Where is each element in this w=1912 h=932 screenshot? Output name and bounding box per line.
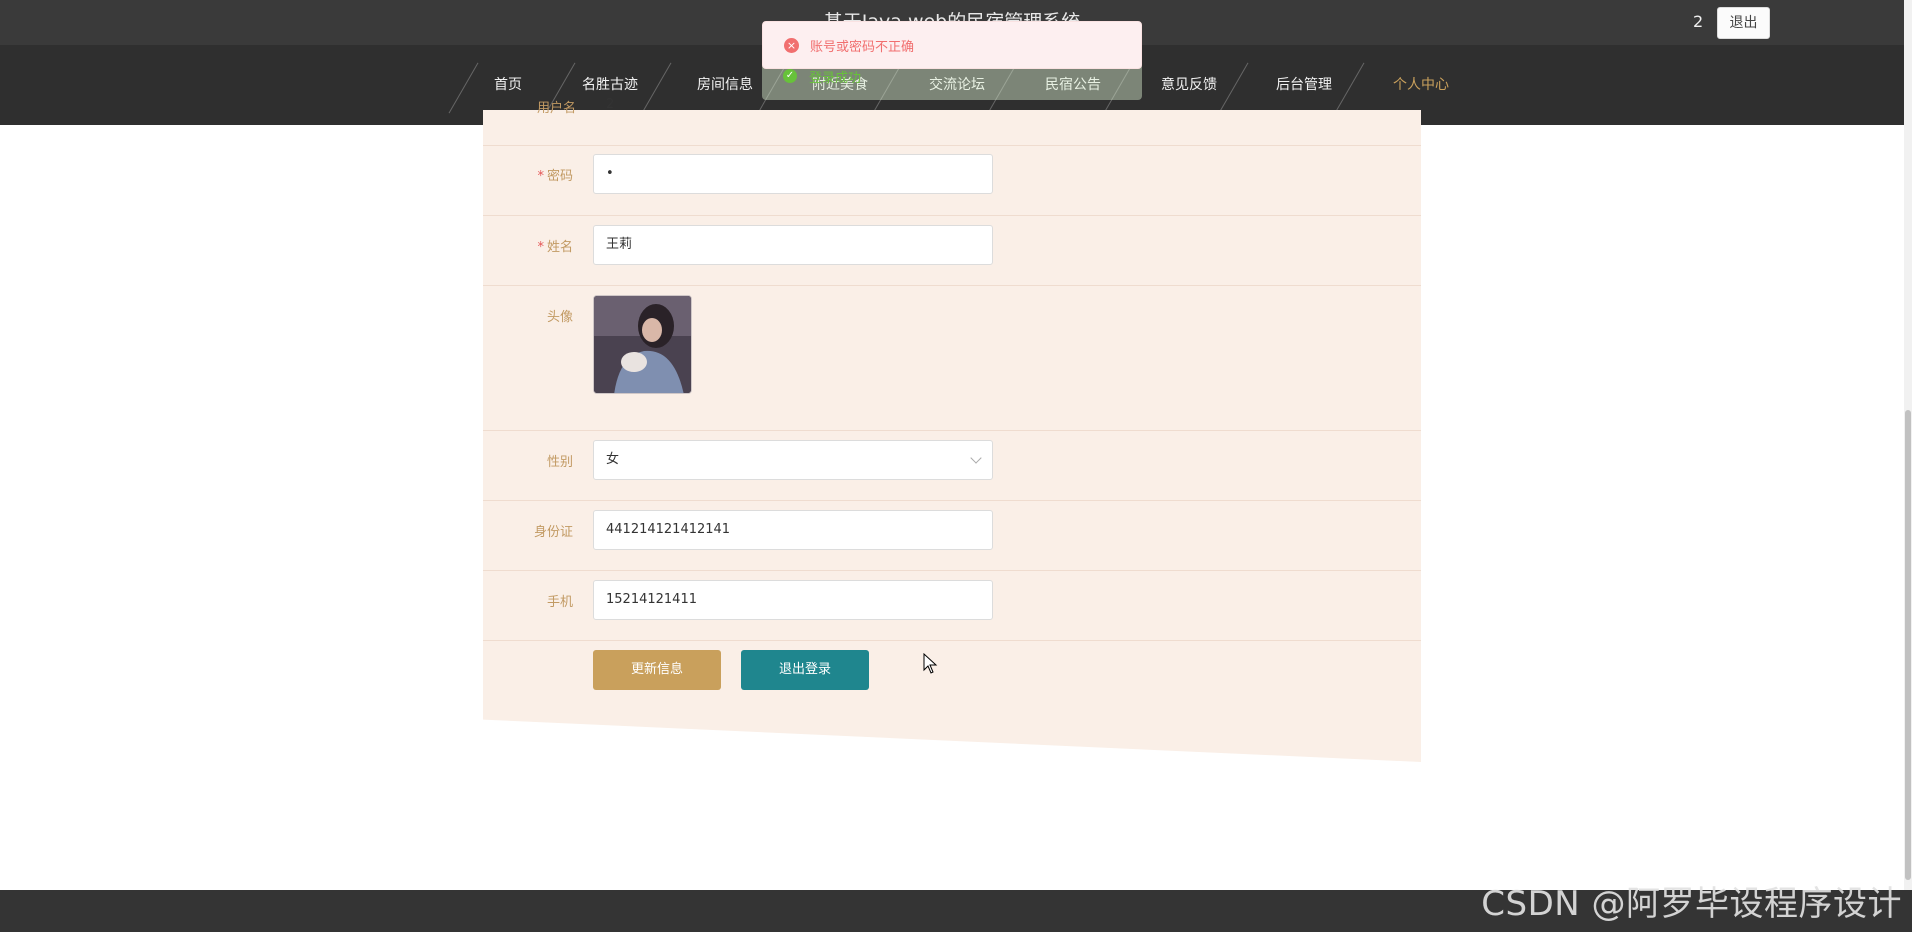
nav-divider — [641, 62, 672, 114]
username-label: 用户名 — [536, 101, 576, 116]
phone-input[interactable]: 15214121411 — [593, 580, 993, 620]
chevron-down-icon — [970, 452, 982, 464]
avatar-photo-icon — [594, 296, 691, 393]
gender-label: 性别 — [546, 455, 573, 470]
update-info-button[interactable]: 更新信息 — [593, 650, 721, 690]
check-circle-icon: ✓ — [783, 69, 797, 83]
row-divider — [483, 285, 1421, 286]
gender-select[interactable]: 女 — [593, 440, 993, 480]
mouse-cursor-icon — [923, 653, 938, 674]
name-input[interactable]: 王莉 — [593, 225, 993, 265]
password-label: * 密码 — [537, 169, 573, 184]
watermark: CSDN @阿罗毕设程序设计 — [1481, 884, 1902, 924]
nav-divider — [448, 62, 479, 114]
current-user: 2 — [1693, 12, 1704, 31]
header-logout-button[interactable]: 退出 — [1717, 7, 1770, 39]
avatar-upload[interactable] — [593, 295, 692, 394]
scrollbar-thumb[interactable] — [1905, 410, 1911, 880]
gender-value: 女 — [606, 452, 620, 467]
row-divider — [483, 570, 1421, 571]
id-card-label: 身份证 — [533, 525, 573, 540]
password-input[interactable]: • — [593, 154, 993, 194]
id-card-input[interactable]: 441214121412141 — [593, 510, 993, 550]
error-toast-text: 账号或密码不正确 — [810, 40, 915, 55]
close-circle-icon: × — [784, 38, 799, 53]
success-toast-text: 登录成功 — [809, 71, 862, 86]
avatar-label: 头像 — [546, 310, 573, 325]
row-divider — [483, 145, 1421, 146]
page: 基于Java web的民宿管理系统 2 退出 首页 名胜古迹 房间信息 附近美食… — [0, 0, 1912, 932]
error-toast: × 账号或密码不正确 — [762, 21, 1142, 69]
nav-divider — [1334, 62, 1365, 114]
row-divider — [483, 215, 1421, 216]
username-value: 2 — [606, 97, 615, 112]
logout-button[interactable]: 退出登录 — [741, 650, 869, 690]
row-divider — [483, 500, 1421, 501]
row-divider — [483, 430, 1421, 431]
row-divider — [483, 640, 1421, 641]
phone-label: 手机 — [546, 595, 573, 610]
name-label: * 姓名 — [537, 240, 573, 255]
